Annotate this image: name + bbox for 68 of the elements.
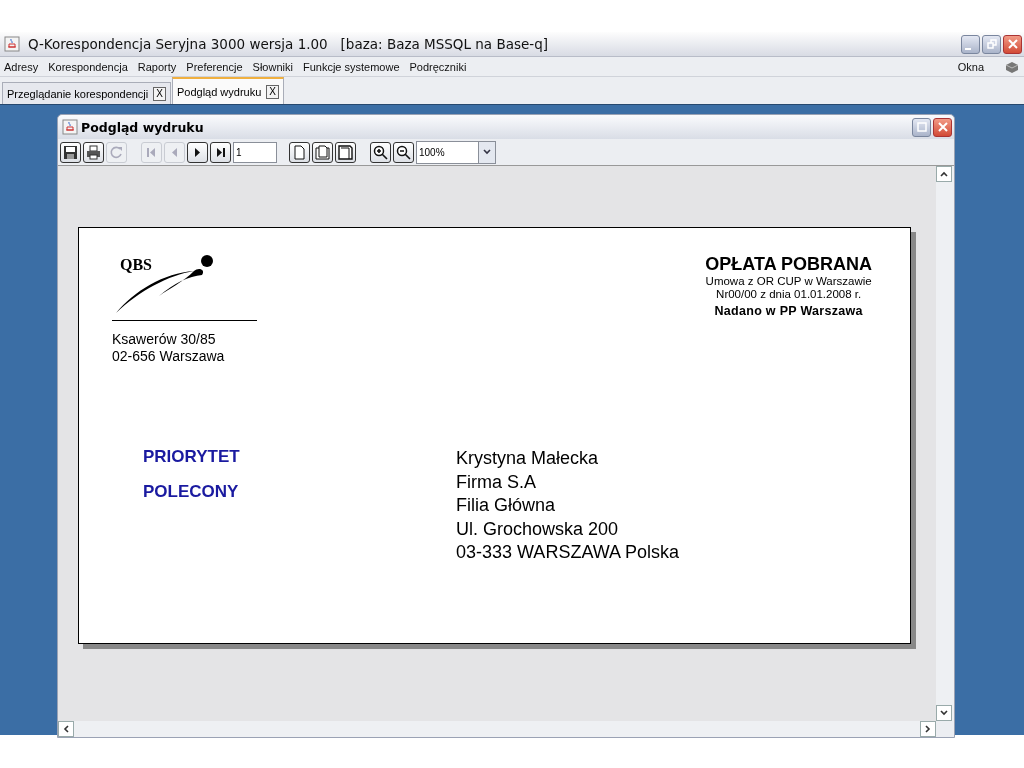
refresh-icon [109,144,124,160]
recipient-address-line: Filia Główna [456,494,557,517]
page-button[interactable] [289,141,310,163]
postage-paid-heading: OPŁATA POBRANA [705,254,872,275]
full-page-icon [338,144,353,160]
tab-label: Podgląd wydruku [176,85,262,98]
caret-icon [483,149,491,155]
zoom-dropdown[interactable]: 100% [416,140,496,164]
printer-button[interactable] [83,141,104,163]
zoom-value: 100% [418,145,446,160]
menu-item[interactable]: Korespondencja [48,60,128,73]
zoom-in-button[interactable] [370,141,391,163]
recipient-address-line: 03-333 WARSZAWA Polska [456,541,681,564]
sender-address-line: Ksawerów 30/85 [112,331,217,348]
menu-item[interactable]: Funkcje systemowe [302,60,400,73]
menu-item[interactable]: Raporty [137,60,177,73]
horizontal-scrollbar[interactable] [58,721,936,737]
scroll-left-button[interactable] [58,721,74,737]
mail-class-label: POLECONY [143,482,240,502]
recipient-address-line: Firma S.A [456,470,537,494]
full-page-button[interactable] [335,141,356,163]
restore-button[interactable] [982,34,1001,54]
scroll-down-button[interactable] [936,705,952,721]
sender-address-line: 02-656 Warszawa [112,348,226,365]
posting-office-note: Nadano w PP Warszawa [714,304,863,318]
window-title: Q-Korespondencja Seryjna 3000 wersja 1.00 [baza: Baza MSSQL na Base-q] [28,36,549,52]
menu-item[interactable]: Podręczniki [409,60,467,73]
tab-close-button[interactable]: X [153,86,166,101]
close-icon [1006,38,1019,50]
scroll-right-button[interactable] [920,721,936,737]
zoom-out-icon [396,144,411,160]
close-button[interactable] [1003,34,1022,54]
tab[interactable]: Przeglądanie korespondencji X [2,82,171,104]
menu-item[interactable]: Preferencje [186,60,243,73]
minimize-button[interactable] [961,34,980,54]
minimize-icon [964,47,971,50]
maximize-button[interactable] [912,117,931,137]
maximize-icon [916,122,927,132]
logo-text: QBS [120,256,152,274]
tab[interactable]: Podgląd wydruku X [171,77,284,104]
postage-note: Nr00/00 z dnia 01.01.2008 r. [716,288,862,301]
zoom-in-icon [373,144,388,160]
close-icon [936,121,949,133]
vertical-scrollbar[interactable] [936,166,954,721]
recipient-address-line: Ul. Grochowska 200 [456,517,620,541]
postage-note: Umowa z OR CUP w Warszawie [705,275,872,288]
tab-label: Przeglądanie korespondencji [7,87,149,100]
page-number-field[interactable]: 1 [233,141,277,163]
app-icon [4,36,20,52]
menu-item[interactable]: Okna [957,60,984,73]
restore-icon [986,39,997,49]
printer-icon [86,144,101,160]
menu-item[interactable]: Słowniki [252,60,293,73]
last-page-button[interactable] [210,141,231,163]
page-width-icon [315,144,330,160]
next-page-button[interactable] [187,141,208,163]
menu-item[interactable]: Adresy [4,60,39,73]
floppy-disk-button[interactable] [60,141,81,163]
tab-close-button[interactable]: X [266,84,279,99]
scroll-up-button[interactable] [936,166,952,182]
app-icon [62,119,78,135]
page-width-button[interactable] [312,141,333,163]
zoom-out-button[interactable] [393,141,414,163]
close-button[interactable] [933,117,952,137]
mail-class-label: PRIORYTET [143,447,241,467]
recipient-address-line: Krystyna Małecka [456,447,600,470]
page-icon [292,144,307,160]
preview-window-title: Podgląd wydruku [81,119,205,135]
